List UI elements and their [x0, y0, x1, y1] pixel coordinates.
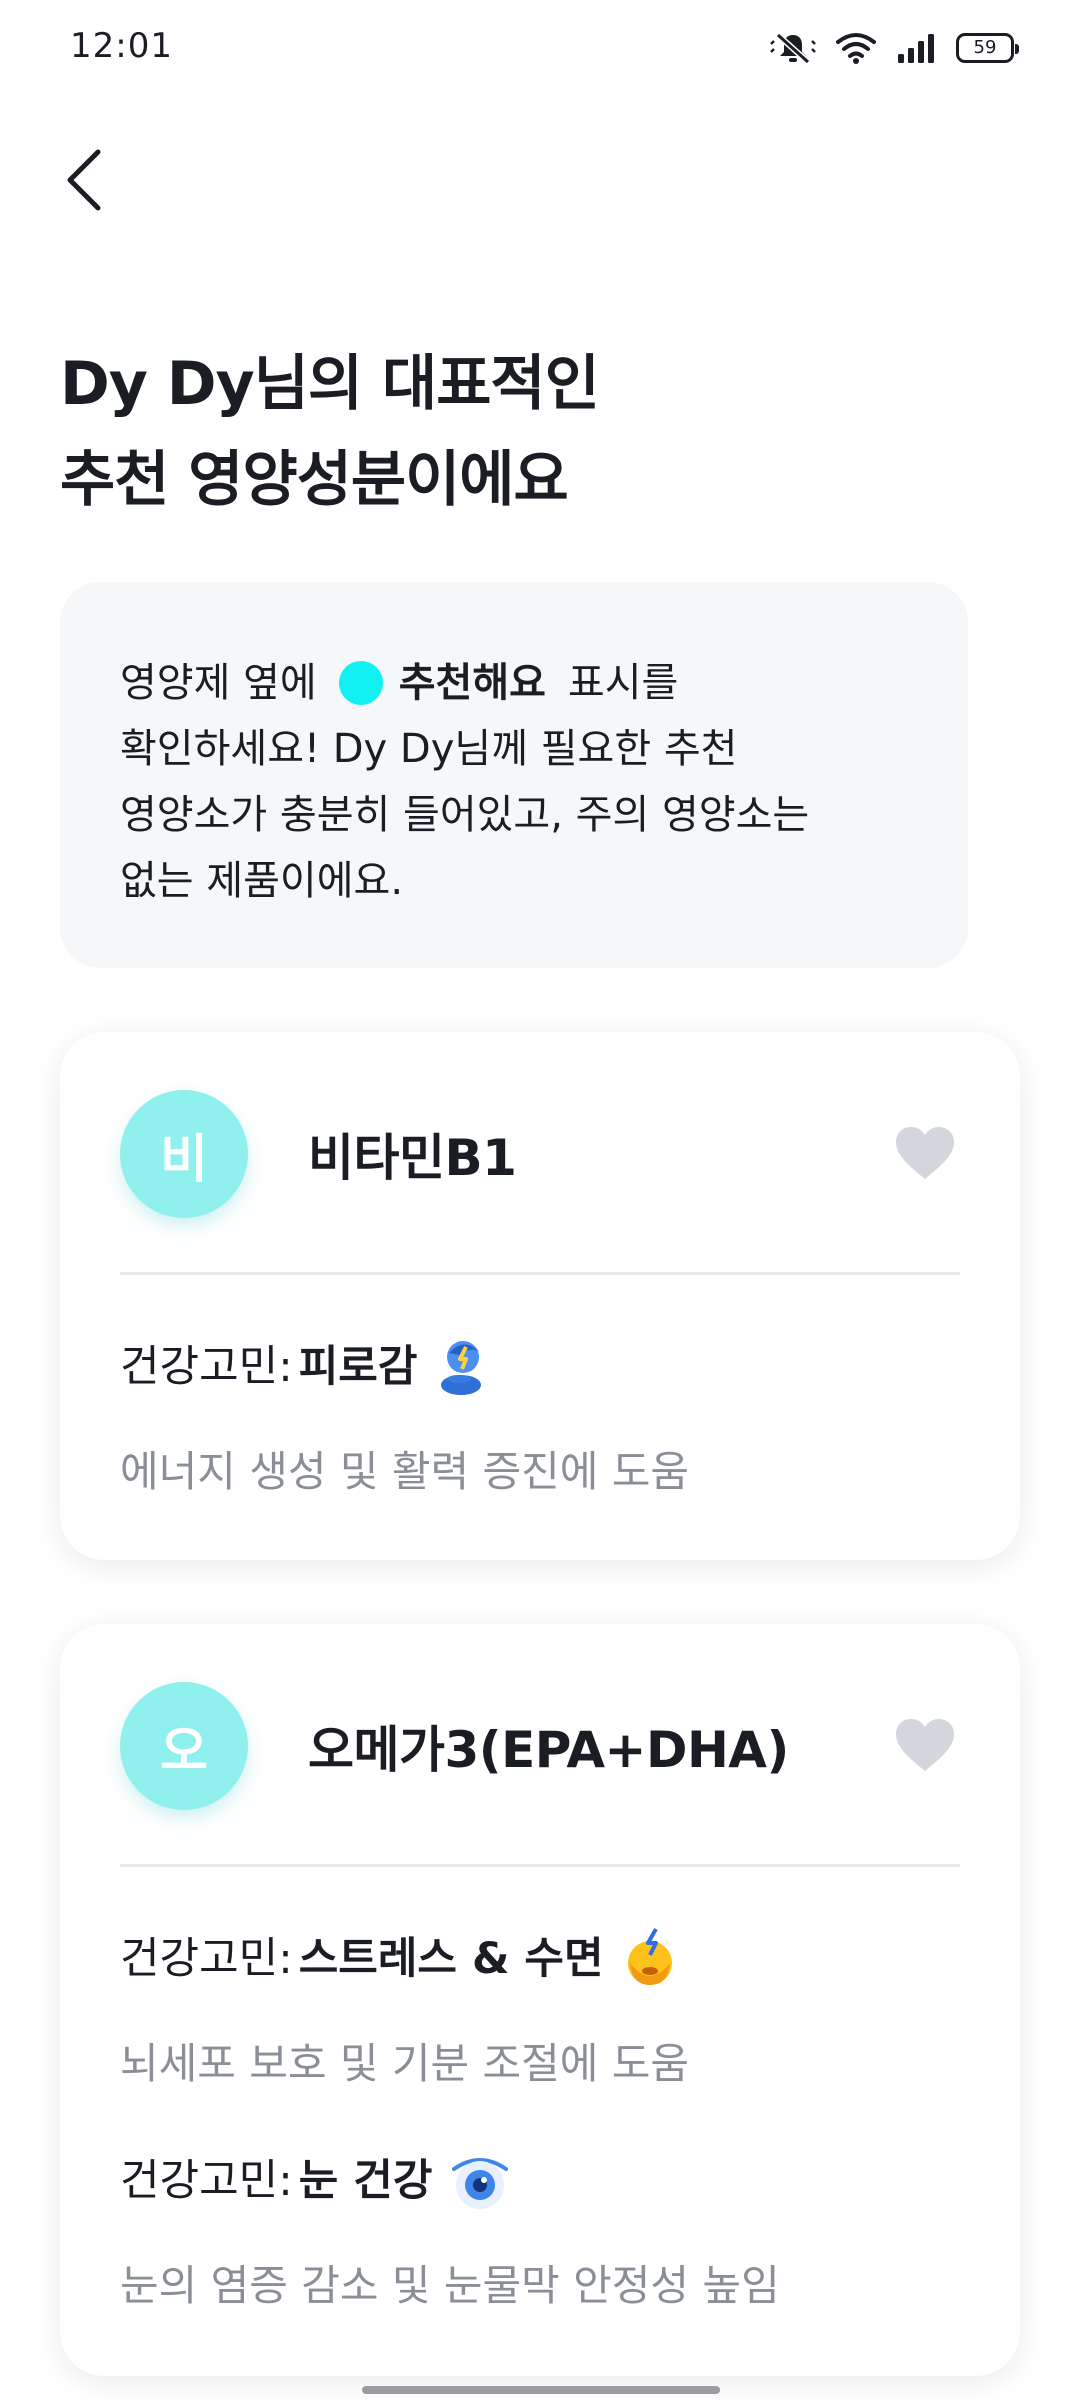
recommend-dot-icon — [338, 661, 383, 705]
health-concern-value: 눈 건강 — [298, 2156, 433, 2206]
recommend-badge-label: 추천해요 — [398, 660, 546, 706]
nutrient-avatar: 오 — [120, 1682, 248, 1810]
health-concern: 건강고민: 스트레스 & 수면 — [120, 1924, 678, 1986]
mute-icon — [770, 31, 816, 65]
health-concern: 건강고민: 피로감 — [120, 1332, 491, 1395]
info-text: 영양제 옆에 추천해요 표시를 확인하세요! Dy Dy님께 필요한 추천 영양… — [120, 650, 908, 914]
info-line-4: 없는 제품이에요. — [120, 858, 404, 904]
status-time: 12:01 — [70, 26, 173, 66]
info-line-1-before: 영양제 옆에 — [120, 660, 317, 706]
nutrient-card-header: 오 오메가3(EPA+DHA) — [120, 1682, 960, 1810]
heart-icon — [894, 1717, 956, 1777]
status-bar: 12:01 59 — [0, 0, 1080, 96]
nutrient-card[interactable]: 비 비타민B1 건강고민: 피로감 에너지 생성 및 활력 증진에 도움 — [60, 1032, 1020, 1560]
home-indicator[interactable] — [362, 2386, 720, 2394]
health-concern-value: 피로감 — [298, 1342, 418, 1392]
status-icons: 59 — [770, 28, 1019, 68]
health-concern-prefix: 건강고민: — [120, 1342, 293, 1392]
health-concern-prefix: 건강고민: — [120, 2156, 293, 2206]
battery-icon: 59 — [956, 33, 1019, 63]
health-concern-value: 스트레스 & 수면 — [298, 1934, 604, 1984]
chevron-left-icon — [64, 148, 104, 216]
nutrient-name: 오메가3(EPA+DHA) — [308, 1721, 789, 1779]
back-button[interactable] — [44, 132, 124, 232]
info-line-1: 영양제 옆에 추천해요 표시를 — [120, 650, 908, 716]
health-concern-description: 에너지 생성 및 활력 증진에 도움 — [120, 1447, 690, 1496]
nutrient-card[interactable]: 오 오메가3(EPA+DHA) 건강고민: 스트레스 & 수면 뇌세포 보호 및… — [60, 1624, 1020, 2376]
health-concern: 건강고민: 눈 건강 — [120, 2146, 509, 2209]
page-title: Dy Dy님의 대표적인 추천 영양성분이에요 — [60, 336, 1020, 528]
nutrient-name: 비타민B1 — [308, 1129, 517, 1187]
battery-level: 59 — [973, 37, 997, 58]
heart-icon — [894, 1125, 956, 1185]
nutrient-avatar: 비 — [120, 1090, 248, 1218]
favorite-button[interactable] — [890, 1712, 960, 1782]
page-title-line-2: 추천 영양성분이에요 — [60, 445, 569, 515]
tired-person-icon — [435, 1335, 491, 1395]
divider — [120, 1272, 960, 1275]
health-concern-prefix: 건강고민: — [120, 1934, 293, 1984]
info-line-1-after: 표시를 — [567, 660, 679, 706]
health-concern-description: 뇌세포 보호 및 기분 조절에 도움 — [120, 2039, 690, 2088]
page-title-line-1: Dy Dy님의 대표적인 — [60, 349, 600, 419]
info-line-2: 확인하세요! Dy Dy님께 필요한 추천 — [120, 726, 738, 772]
stressed-face-icon — [622, 1927, 678, 1985]
info-box: 영양제 옆에 추천해요 표시를 확인하세요! Dy Dy님께 필요한 추천 영양… — [60, 582, 968, 968]
eye-icon — [450, 2149, 509, 2209]
nutrient-card-header: 비 비타민B1 — [120, 1090, 960, 1218]
signal-icon — [896, 32, 936, 64]
health-concern-description: 눈의 염증 감소 및 눈물막 안정성 높임 — [120, 2261, 780, 2310]
wifi-icon — [836, 32, 876, 64]
divider — [120, 1864, 960, 1867]
favorite-button[interactable] — [890, 1120, 960, 1190]
info-line-3: 영양소가 충분히 들어있고, 주의 영양소는 — [120, 792, 810, 838]
